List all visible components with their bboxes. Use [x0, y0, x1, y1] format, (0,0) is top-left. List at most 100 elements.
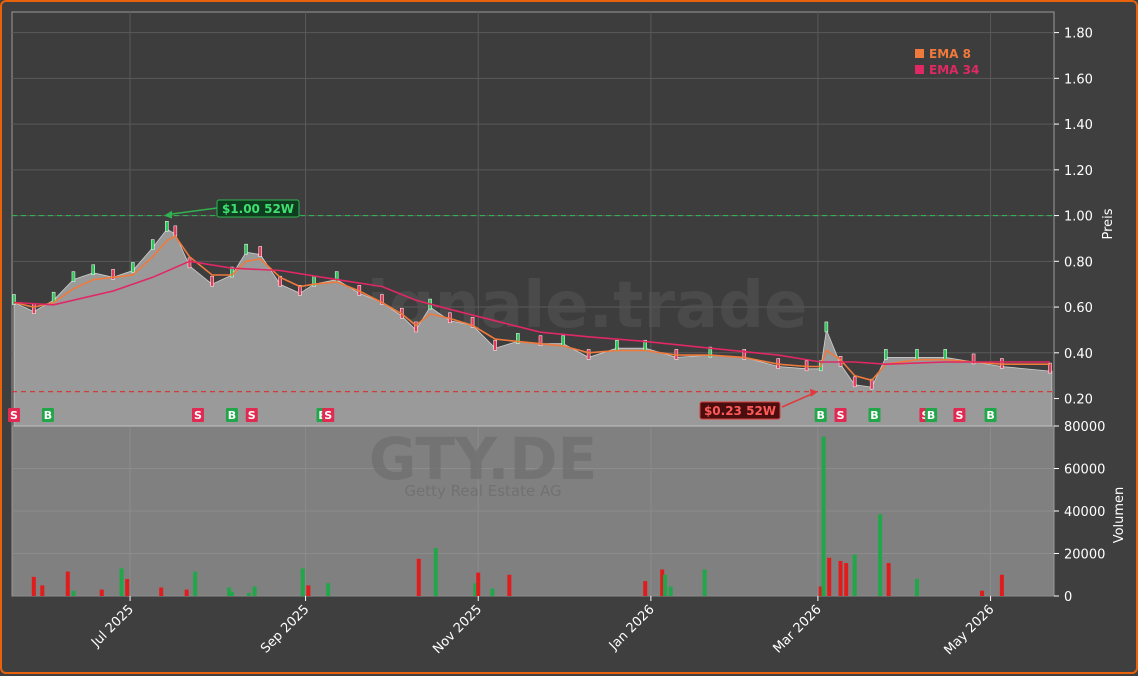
x-tick-label: Jul 2025 [88, 602, 137, 651]
candle-mark [173, 225, 178, 237]
price-tick-label: 1.40 [1064, 118, 1093, 133]
signal-badge-label: B [228, 409, 236, 422]
price-tick-label: 1.60 [1064, 72, 1093, 87]
candle-mark [915, 349, 919, 360]
volume-bar [643, 581, 648, 596]
candle-mark [32, 303, 36, 314]
price-tick-label: 1.00 [1064, 210, 1093, 225]
signal-badge-label: S [248, 409, 256, 422]
candle-mark [852, 376, 857, 388]
x-tick-label: May 2026 [941, 602, 997, 658]
volume-bar [663, 574, 668, 596]
volume-bar [433, 548, 438, 596]
signal-badge-label: B [870, 409, 878, 422]
volume-bar [229, 591, 234, 596]
price-tick-label: 0.20 [1064, 393, 1093, 408]
watermark-company: Getty Real Estate AG [404, 482, 561, 500]
x-tick-label: Mar 2026 [770, 602, 824, 656]
candle-mark [586, 349, 591, 360]
volume-bar [980, 590, 985, 596]
signal-badge-label: B [927, 409, 935, 422]
candle-mark [824, 321, 829, 333]
volume-bar [159, 587, 164, 596]
volume-bar [490, 588, 495, 596]
chart-frame: forexsignale.trade GTY.DE Getty Real Est… [0, 0, 1138, 674]
volume-bar [852, 554, 857, 596]
price-tick-label: 1.20 [1064, 164, 1093, 179]
volume-bar [71, 590, 76, 596]
volume-bar [306, 585, 311, 596]
volume-bar [999, 574, 1004, 596]
legend-swatch-ema8 [915, 49, 924, 58]
volume-bar [300, 568, 305, 596]
volume-bar [476, 572, 481, 596]
legend-label-ema8: EMA 8 [929, 47, 971, 61]
candle-mark [943, 349, 948, 360]
candle-mark [150, 239, 155, 250]
volume-axis-label: Volumen [1112, 487, 1127, 544]
volume-bar [838, 560, 843, 596]
x-tick-label: Nov 2025 [430, 602, 485, 657]
price-tick-label: 0.40 [1064, 347, 1093, 362]
volume-bar [119, 568, 124, 596]
legend-label-ema34: EMA 34 [929, 63, 979, 77]
signal-badge-label: B [986, 409, 994, 422]
candle-mark [561, 335, 565, 346]
candle-mark [71, 271, 76, 282]
candle-mark [244, 243, 248, 255]
price-tick-label: 0.60 [1064, 301, 1093, 316]
candle-mark [165, 221, 169, 232]
volume-bar [31, 576, 36, 596]
candle-mark [258, 246, 263, 257]
high-label-text: $1.00 52W [222, 202, 294, 216]
volume-bar [246, 592, 251, 596]
volume-bar [65, 571, 70, 596]
volume-bar [125, 579, 130, 596]
candle-mark [493, 339, 497, 351]
volume-bar [668, 586, 673, 596]
volume-tick-label: 80000 [1064, 420, 1105, 435]
signal-badge-label: S [194, 409, 202, 422]
volume-bar [193, 571, 198, 596]
candle-mark [615, 339, 619, 351]
axis-labels: Preis Volumen [1101, 208, 1127, 543]
volume-tick-label: 60000 [1064, 463, 1105, 478]
price-tick-label: 1.80 [1064, 27, 1093, 42]
price-axis-label: Preis [1101, 208, 1116, 239]
volume-bar [878, 514, 883, 596]
signal-badge-label: S [837, 409, 845, 422]
y-axis-ticks: 0.20 0.40 0.60 0.80 1.00 1.20 1.40 1.60 1.80 0 200… [1054, 27, 1105, 605]
signal-badge-label: B [817, 409, 825, 422]
stock-chart: forexsignale.trade GTY.DE Getty Real Est… [8, 11, 1127, 658]
x-tick-label: Jan 2026 [606, 602, 658, 654]
volume-bar [40, 585, 45, 596]
volume-bar [99, 589, 104, 596]
volume-bar [702, 569, 707, 596]
candle-mark [91, 264, 96, 276]
volume-tick-label: 40000 [1064, 505, 1105, 520]
volume-bar [416, 558, 421, 596]
candle-mark [414, 321, 418, 333]
candle-mark [210, 275, 214, 287]
volume-bar [914, 579, 919, 596]
volume-bar [184, 589, 189, 596]
candle-mark [884, 349, 888, 360]
volume-tick-label: 0 [1064, 590, 1072, 605]
volume-bar [821, 436, 826, 596]
signal-badge-label: S [324, 409, 332, 422]
candle-mark [187, 257, 192, 269]
candle-mark [131, 262, 135, 273]
x-axis-ticks: Jul 2025 Sep 2025 Nov 2025 Jan 2026 Mar 2026… [88, 596, 997, 658]
volume-tick-label: 20000 [1064, 548, 1105, 563]
legend-swatch-ema34 [915, 65, 924, 74]
signal-badge-label: S [955, 409, 963, 422]
volume-bar [886, 563, 891, 596]
volume-bar [827, 557, 832, 596]
volume-bar [844, 563, 849, 596]
price-tick-label: 0.80 [1064, 255, 1093, 270]
candle-mark [51, 291, 56, 303]
signal-badge-label: S [10, 409, 18, 422]
signal-badge-label: B [44, 409, 52, 422]
low-label-text: $0.23 52W [704, 404, 776, 418]
volume-bar [252, 586, 257, 596]
